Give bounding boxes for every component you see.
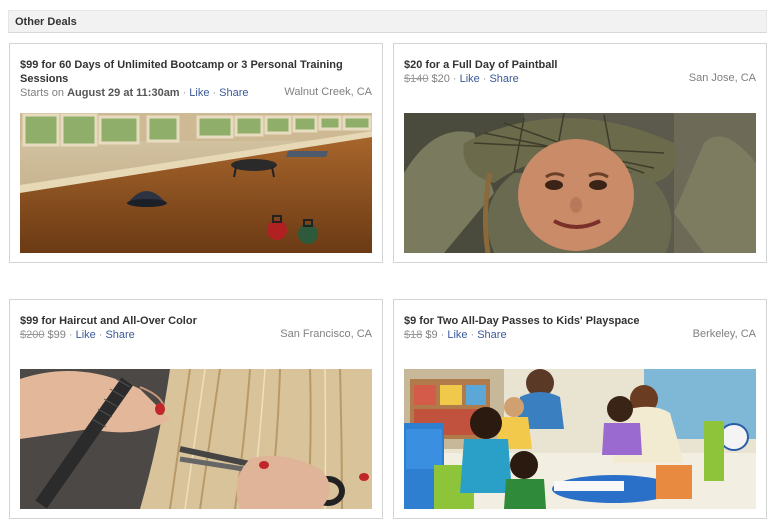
deal-title[interactable]: $99 for Haircut and All-Over Color [20,314,365,328]
old-price: $140 [404,73,429,85]
deal-title[interactable]: $9 for Two All-Day Passes to Kids' Plays… [404,314,749,328]
deal-meta: $18 $9 · Like · Share [404,329,507,341]
section-title: Other Deals [15,16,77,28]
like-link[interactable]: Like [447,329,467,341]
deal-location: Walnut Creek, CA [284,86,372,98]
like-link[interactable]: Like [189,87,209,99]
gym-interior-photo[interactable] [20,113,372,253]
like-link[interactable]: Like [460,73,480,85]
deal-meta: $200 $99 · Like · Share [20,329,135,341]
deal-location: San Francisco, CA [280,328,372,340]
deal-title[interactable]: $99 for 60 Days of Unlimited Bootcamp or… [20,58,365,86]
deal-meta: $140 $20 · Like · Share [404,73,519,85]
old-price: $18 [404,329,423,341]
deal-meta: Starts on August 29 at 11:30am · Like · Shar… [20,87,249,99]
like-link[interactable]: Like [76,329,96,341]
share-link[interactable]: Share [219,87,248,99]
deal-card-playspace[interactable]: $9 for Two All-Day Passes to Kids' Plays… [393,299,767,519]
paintball-player-photo[interactable] [404,113,756,253]
new-price: $99 [47,329,66,341]
deal-location: San Jose, CA [688,72,756,84]
kids-playspace-photo[interactable] [404,369,756,509]
old-price: $200 [20,329,45,341]
share-link[interactable]: Share [489,73,518,85]
deal-card-bootcamp[interactable]: $99 for 60 Days of Unlimited Bootcamp or… [9,43,383,263]
deal-card-paintball[interactable]: $20 for a Full Day of Paintball $140 $20… [393,43,767,263]
starts-date: August 29 at 11:30am [67,87,180,99]
new-price: $9 [425,329,438,341]
haircut-photo[interactable] [20,369,372,509]
starts-prefix: Starts on [20,87,65,99]
deal-card-haircut[interactable]: $99 for Haircut and All-Over Color $200 … [9,299,383,519]
section-header: Other Deals [8,10,767,33]
new-price: $20 [431,73,450,85]
share-link[interactable]: Share [477,329,506,341]
share-link[interactable]: Share [105,329,134,341]
deal-title[interactable]: $20 for a Full Day of Paintball [404,58,749,72]
deal-location: Berkeley, CA [692,328,756,340]
